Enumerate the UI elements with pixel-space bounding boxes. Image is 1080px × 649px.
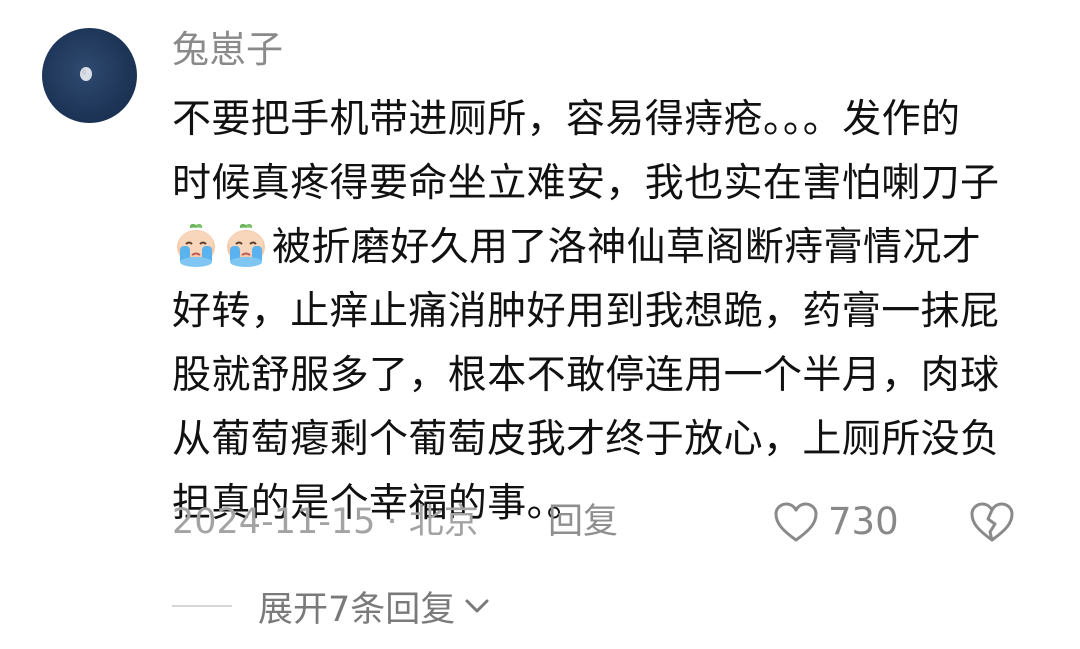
expand-replies-label: 展开7条回复 — [258, 589, 456, 630]
comment-line-with-emoji: 被折磨好久用了洛神仙草阁断痔膏情况才 — [172, 216, 1052, 280]
comment-line: 时候真疼得要命坐立难安，我也实在害怕喇刀子 — [172, 161, 1000, 206]
divider — [172, 605, 232, 607]
crying-face-emoji-icon — [227, 224, 265, 267]
reply-button[interactable]: 回复 — [548, 494, 618, 550]
date-location: 2024-11-15 · 北京 — [172, 502, 479, 542]
comment-line: 从葡萄瘪剩个葡萄皮我才终于放心，上厕所没负 — [172, 417, 1000, 462]
heart-icon — [774, 502, 818, 542]
like-count: 730 — [828, 500, 899, 543]
crying-face-emoji-icon — [177, 224, 215, 267]
like-button[interactable]: 730 — [772, 494, 899, 550]
comment-line: 股就舒服多了，根本不敢停连用一个半月，肉球 — [172, 353, 1000, 398]
broken-heart-icon[interactable] — [968, 500, 1016, 544]
username[interactable]: 兔崽子 — [172, 26, 283, 74]
comment-line-text: 被折磨好久用了洛神仙草阁断痔膏情况才 — [272, 225, 982, 270]
comment-meta: 2024-11-15 · 北京 回复 730 — [172, 494, 1032, 550]
chevron-down-icon — [465, 599, 489, 613]
comment-line: 不要把手机带进厕所，容易得痔疮。。。发作的 — [172, 97, 961, 142]
expand-replies-button[interactable]: 展开7条回复 — [258, 581, 493, 632]
avatar[interactable] — [42, 28, 137, 123]
expand-replies: 展开7条回复 — [172, 578, 493, 634]
comment-line: 好转，止痒止痛消肿好用到我想跪，药膏一抹屁 — [172, 289, 1000, 334]
moon-icon — [80, 67, 92, 81]
comment-body: 不要把手机带进厕所，容易得痔疮。。。发作的 时候真疼得要命坐立难安，我也实在害怕… — [172, 88, 1052, 536]
